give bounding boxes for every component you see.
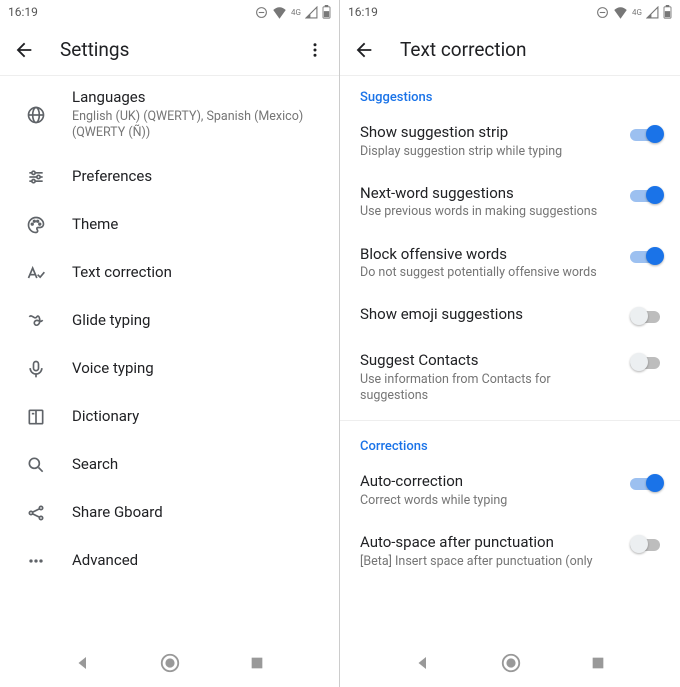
nav-home-button[interactable] [159,652,181,674]
settings-list: Languages English (UK) (QWERTY), Spanish… [0,76,339,639]
screen-settings: 16:19 4G Settings [0,0,340,687]
toggle-show-suggestion-strip[interactable] [630,125,664,145]
settings-item-text-correction[interactable]: Text correction [0,249,339,297]
list-item-title: Languages [72,88,319,108]
setting-title: Next-word suggestions [360,184,620,204]
text-correction-list: Suggestions Show suggestion strip Displa… [340,76,680,639]
palette-icon [24,213,48,237]
settings-item-dictionary[interactable]: Dictionary [0,393,339,441]
status-icons: 4G [255,5,331,19]
nav-home-button[interactable] [500,652,522,674]
list-item-title: Glide typing [72,311,319,331]
setting-subtitle: Display suggestion strip while typing [360,144,620,160]
status-time: 16:19 [8,5,38,19]
screen-text-correction: 16:19 4G Text correction Suggestions Sho… [340,0,680,687]
toggle-suggest-contacts[interactable] [630,353,664,373]
setting-title: Show suggestion strip [360,123,620,143]
list-item-title: Dictionary [72,407,319,427]
signal-icon [646,6,659,19]
toggle-block-offensive-words[interactable] [630,247,664,267]
text-correction-icon [24,261,48,285]
nav-recents-button[interactable] [249,655,265,671]
overflow-menu-button[interactable] [303,38,327,62]
dnd-icon [596,6,609,19]
setting-next-word-suggestions[interactable]: Next-word suggestions Use previous words… [340,172,680,233]
settings-item-theme[interactable]: Theme [0,201,339,249]
settings-item-preferences[interactable]: Preferences [0,153,339,201]
status-icons: 4G [596,5,672,19]
gesture-icon [24,309,48,333]
status-time: 16:19 [348,5,378,19]
nav-back-button[interactable] [74,654,92,672]
list-item-title: Voice typing [72,359,319,379]
settings-item-voice-typing[interactable]: Voice typing [0,345,339,393]
setting-title: Show emoji suggestions [360,305,620,325]
network-label: 4G [291,8,301,17]
toggle-show-emoji-suggestions[interactable] [630,307,664,327]
list-item-title: Text correction [72,263,319,283]
search-icon [24,453,48,477]
status-bar: 16:19 4G [340,0,680,24]
list-item-title: Search [72,455,319,475]
setting-title: Auto-space after punctuation [360,533,620,553]
share-icon [24,501,48,525]
setting-show-suggestion-strip[interactable]: Show suggestion strip Display suggestion… [340,111,680,172]
dots-horizontal-icon [24,549,48,573]
setting-auto-correction[interactable]: Auto-correction Correct words while typi… [340,460,680,521]
settings-item-languages[interactable]: Languages English (UK) (QWERTY), Spanish… [0,76,339,153]
microphone-icon [24,357,48,381]
settings-item-glide-typing[interactable]: Glide typing [0,297,339,345]
nav-back-button[interactable] [414,654,432,672]
setting-subtitle: Correct words while typing [360,493,620,509]
section-header-suggestions: Suggestions [340,76,680,111]
toggle-next-word-suggestions[interactable] [630,186,664,206]
sliders-icon [24,165,48,189]
list-item-title: Preferences [72,167,319,187]
nav-recents-button[interactable] [590,655,606,671]
list-item-title: Theme [72,215,319,235]
signal-icon [305,6,318,19]
setting-subtitle: Use information from Contacts for sugges… [360,372,620,405]
setting-auto-space-after-punctuation[interactable]: Auto-space after punctuation [Beta] Inse… [340,521,680,582]
app-title: Text correction [400,38,668,61]
book-icon [24,405,48,429]
globe-icon [24,103,48,127]
wifi-icon [272,6,287,19]
back-button[interactable] [352,38,376,62]
setting-suggest-contacts[interactable]: Suggest Contacts Use information from Co… [340,339,680,416]
list-item-title: Advanced [72,551,319,571]
settings-item-advanced[interactable]: Advanced [0,537,339,585]
toggle-auto-correction[interactable] [630,474,664,494]
status-bar: 16:19 4G [0,0,339,24]
back-button[interactable] [12,38,36,62]
list-item-subtitle: English (UK) (QWERTY), Spanish (Mexico) … [72,109,319,142]
wifi-icon [613,6,628,19]
settings-item-share-gboard[interactable]: Share Gboard [0,489,339,537]
app-bar: Text correction [340,24,680,76]
setting-show-emoji-suggestions[interactable]: Show emoji suggestions [340,293,680,339]
app-title: Settings [60,38,303,61]
battery-icon [663,5,672,19]
setting-title: Auto-correction [360,472,620,492]
divider [340,420,680,421]
settings-item-search[interactable]: Search [0,441,339,489]
dnd-icon [255,6,268,19]
battery-icon [322,5,331,19]
setting-subtitle: [Beta] Insert space after punctuation (o… [360,554,620,570]
app-bar: Settings [0,24,339,76]
setting-block-offensive-words[interactable]: Block offensive words Do not suggest pot… [340,233,680,294]
setting-subtitle: Do not suggest potentially offensive wor… [360,265,620,281]
setting-subtitle: Use previous words in making suggestions [360,204,620,220]
network-label: 4G [632,8,642,17]
section-header-corrections: Corrections [340,425,680,460]
navigation-bar [0,639,339,687]
setting-title: Suggest Contacts [360,351,620,371]
toggle-auto-space-after-punctuation[interactable] [630,535,664,555]
navigation-bar [340,639,680,687]
setting-title: Block offensive words [360,245,620,265]
list-item-title: Share Gboard [72,503,319,523]
